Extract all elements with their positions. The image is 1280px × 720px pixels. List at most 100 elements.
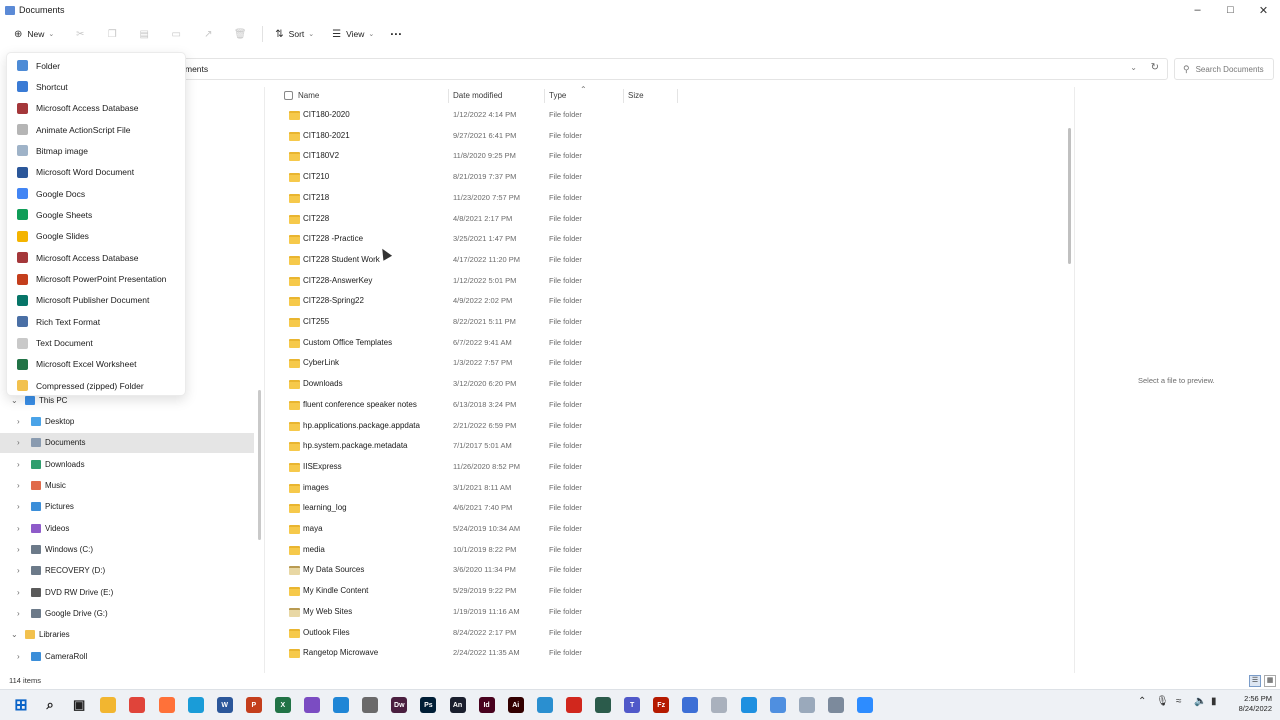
task-view-icon[interactable]: ▣ (71, 697, 87, 713)
new-menu-item[interactable]: Compressed (zipped) Folder (7, 375, 185, 396)
cut-button[interactable]: ✂ (64, 23, 96, 45)
chevron-right-icon[interactable]: › (17, 438, 20, 447)
column-size[interactable]: Size (628, 91, 644, 100)
nav-item[interactable]: › Desktop (0, 411, 254, 431)
chevron-right-icon[interactable]: › (17, 609, 20, 618)
filezilla-icon[interactable]: Fz (653, 697, 670, 713)
file-list-scrollbar[interactable] (1068, 128, 1071, 264)
search-input[interactable]: ⚲ Search Documents (1174, 58, 1274, 80)
column-divider[interactable] (677, 89, 678, 103)
chevron-right-icon[interactable]: › (17, 460, 20, 469)
new-menu-item[interactable]: Text Document (7, 333, 185, 354)
select-all-checkbox[interactable] (284, 91, 293, 100)
chrome-icon[interactable] (129, 697, 146, 713)
new-menu-item[interactable]: Bitmap image (7, 140, 185, 161)
teams-icon[interactable]: T (624, 697, 641, 713)
chevron-right-icon[interactable]: › (17, 417, 20, 426)
app-icon[interactable] (798, 697, 815, 713)
nav-item[interactable]: › Music (0, 475, 254, 495)
file-row[interactable]: hp.applications.package.appdata 2/21/2022… (280, 416, 680, 436)
file-row[interactable]: CIT180-2020 1/12/2022 4:14 PM File folder (280, 105, 680, 125)
copy-button[interactable]: ❐ (96, 23, 128, 45)
chevron-right-icon[interactable]: › (17, 566, 20, 575)
new-menu-item[interactable]: Animate ActionScript File (7, 119, 185, 140)
file-row[interactable]: CIT180V2 11/8/2020 9:25 PM File folder (280, 146, 680, 166)
new-menu-item[interactable]: Microsoft PowerPoint Presentation (7, 269, 185, 290)
volume-icon[interactable]: 🔈 (1194, 696, 1206, 707)
nav-item[interactable]: › Downloads (0, 454, 254, 474)
indesign-icon[interactable]: Id (478, 697, 495, 713)
refresh-icon[interactable]: ↻ (1151, 62, 1159, 73)
new-menu-item[interactable]: Folder (7, 55, 185, 76)
details-view-button[interactable]: ☰ (1249, 675, 1261, 687)
new-menu-item[interactable]: Shortcut (7, 76, 185, 97)
app-icon[interactable] (362, 697, 379, 713)
vscode-icon[interactable] (333, 697, 350, 713)
app-icon[interactable] (595, 697, 611, 713)
breadcrumb[interactable]: ments (185, 64, 208, 74)
more-options-button[interactable]: ··· (384, 23, 408, 45)
file-row[interactable]: CIT228 -Practice 3/25/2021 1:47 PM File fo… (280, 229, 680, 249)
new-menu-item[interactable]: Microsoft Word Document (7, 162, 185, 183)
view-button[interactable]: ☰ View ⌄ (326, 23, 380, 45)
chevron-right-icon[interactable]: › (17, 588, 20, 597)
new-menu-item[interactable]: Microsoft Access Database (7, 98, 185, 119)
excel-icon[interactable]: X (274, 697, 291, 713)
file-row[interactable]: IISExpress 11/26/2020 8:52 PM File folder (280, 457, 680, 477)
rename-button[interactable]: ▭ (160, 23, 192, 45)
file-row[interactable]: My Data Sources 3/6/2020 11:34 PM File fol… (280, 560, 680, 580)
chevron-right-icon[interactable]: › (17, 652, 20, 661)
column-divider[interactable] (448, 89, 449, 103)
new-menu-item[interactable]: Microsoft Access Database (7, 247, 185, 268)
firefox-icon[interactable] (158, 697, 175, 713)
file-row[interactable]: CIT210 8/21/2019 7:37 PM File folder (280, 167, 680, 187)
nav-item[interactable]: › Pictures (0, 497, 254, 517)
nav-item[interactable]: › Google Drive (G:) (0, 604, 254, 624)
nav-item[interactable]: › DVD RW Drive (E:) (0, 582, 254, 602)
chevron-up-icon[interactable]: ⌃ (1138, 696, 1146, 707)
nav-item[interactable]: ⌄ Libraries (0, 625, 254, 645)
new-menu-item[interactable]: Microsoft Excel Worksheet (7, 354, 185, 375)
chevron-right-icon[interactable]: › (17, 524, 20, 533)
battery-icon[interactable]: ▮ (1211, 696, 1217, 707)
chevron-down-icon[interactable]: ⌄ (11, 630, 18, 639)
file-row[interactable]: images 3/1/2021 8:11 AM File folder (280, 478, 680, 498)
column-divider[interactable] (544, 89, 545, 103)
maximize-button[interactable]: □ (1214, 0, 1247, 20)
file-row[interactable]: My Kindle Content 5/29/2019 9:22 PM File f… (280, 581, 680, 601)
minimize-button[interactable]: – (1181, 0, 1214, 20)
chevron-down-icon[interactable]: ⌄ (11, 396, 18, 405)
file-row[interactable]: fluent conference speaker notes 6/13/2018… (280, 395, 680, 415)
acrobat-icon[interactable] (565, 697, 582, 713)
chevron-down-icon[interactable]: ⌄ (1130, 63, 1137, 72)
file-row[interactable]: Outlook Files 8/24/2022 2:17 PM File folde… (280, 623, 680, 643)
delete-button[interactable]: 🗑 (224, 23, 256, 45)
chevron-right-icon[interactable]: › (17, 481, 20, 490)
new-menu-item[interactable]: Google Docs (7, 183, 185, 204)
snipping-tool-icon[interactable] (536, 697, 553, 713)
close-button[interactable]: ✕ (1247, 0, 1280, 20)
zoom-icon[interactable] (856, 697, 873, 713)
file-row[interactable]: CIT255 8/22/2021 5:11 PM File folder (280, 312, 680, 332)
search-icon[interactable]: ⌕ (42, 697, 58, 713)
paste-button[interactable]: ▤ (128, 23, 160, 45)
file-row[interactable]: hp.system.package.metadata 7/1/2017 5:01 … (280, 436, 680, 456)
file-row[interactable]: CIT228 Student Work 4/17/2022 11:20 PM Fil… (280, 250, 680, 270)
file-row[interactable]: CIT218 11/23/2020 7:57 PM File folder (280, 188, 680, 208)
sort-button[interactable]: ⇅ Sort ⌄ (269, 23, 320, 45)
column-date-modified[interactable]: Date modified (453, 91, 502, 100)
file-row[interactable]: media 10/1/2019 8:22 PM File folder (280, 540, 680, 560)
file-row[interactable]: Custom Office Templates 6/7/2022 9:41 AM F… (280, 333, 680, 353)
animate-icon[interactable]: An (449, 697, 466, 713)
file-row[interactable]: Downloads 3/12/2020 6:20 PM File folder (280, 374, 680, 394)
column-name[interactable]: Name (298, 91, 319, 100)
nav-item[interactable]: › RECOVERY (D:) (0, 561, 254, 581)
dreamweaver-icon[interactable]: Dw (391, 697, 408, 713)
visual-studio-icon[interactable] (304, 697, 320, 713)
address-bar[interactable]: ments ⌄ ↻ (178, 58, 1168, 80)
file-row[interactable]: CIT228-AnswerKey 1/12/2022 5:01 PM File fo… (280, 271, 680, 291)
app-icon[interactable] (711, 697, 728, 713)
powerpoint-icon[interactable]: P (245, 697, 262, 713)
new-button[interactable]: ⊕ New ⌄ (8, 23, 60, 45)
file-row[interactable]: CyberLink 1/3/2022 7:57 PM File folder (280, 353, 680, 373)
